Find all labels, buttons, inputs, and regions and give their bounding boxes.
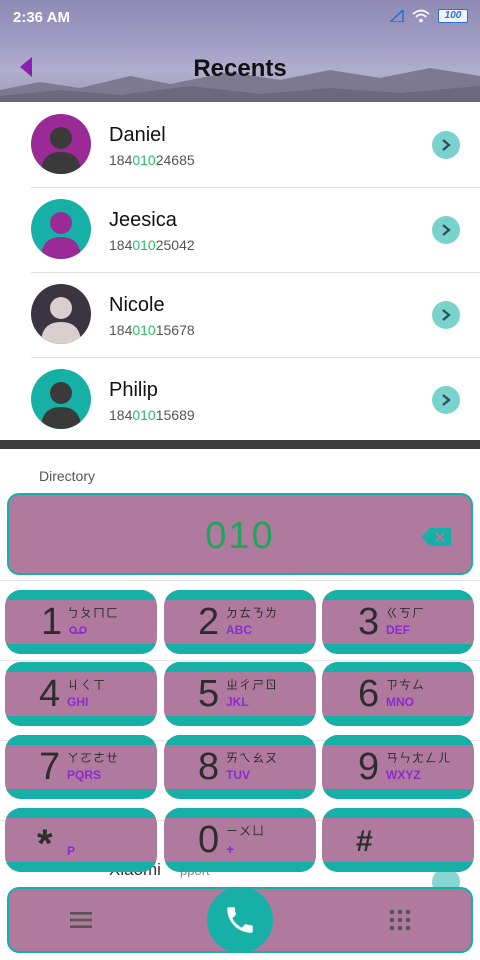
chevron-right-icon[interactable] bbox=[432, 386, 460, 414]
page-title: Recents bbox=[193, 55, 287, 82]
directory-label: Directory bbox=[39, 468, 96, 484]
key-3[interactable]: 3 ㄍㄎㄏ DEF bbox=[322, 590, 474, 654]
key-8[interactable]: 8 ㄞㄟㄠㄡ TUV bbox=[164, 735, 316, 799]
backspace-icon[interactable] bbox=[421, 528, 451, 546]
contact-number: 18401025042 bbox=[109, 237, 195, 253]
contact-number: 18401015678 bbox=[109, 322, 195, 338]
key-hash[interactable]: # bbox=[322, 808, 474, 872]
key-star[interactable]: * P bbox=[5, 808, 157, 872]
contact-name: Nicole bbox=[109, 294, 165, 316]
header: 2:36 AM 100 Recents bbox=[0, 0, 480, 102]
call-button[interactable] bbox=[207, 887, 273, 953]
voicemail-icon bbox=[69, 626, 87, 634]
person-silhouette-icon bbox=[41, 297, 81, 344]
avatar bbox=[31, 114, 91, 174]
wifi-icon bbox=[412, 9, 430, 23]
key-0[interactable]: 0 ㄧㄨㄩ + bbox=[164, 808, 316, 872]
chevron-right-icon[interactable] bbox=[432, 131, 460, 159]
person-silhouette-icon bbox=[41, 212, 81, 259]
contact-number: 18401024685 bbox=[109, 152, 195, 168]
avatar bbox=[31, 199, 91, 259]
key-1[interactable]: 1 ㄅㄆㄇㄈ bbox=[5, 590, 157, 654]
keypad-grid-icon[interactable] bbox=[389, 909, 411, 931]
chevron-right-icon[interactable] bbox=[432, 216, 460, 244]
status-time: 2:36 AM bbox=[13, 9, 70, 26]
battery-icon: 100 bbox=[438, 9, 468, 23]
dialed-number: 010 bbox=[205, 515, 275, 557]
key-9[interactable]: 9 ㄢㄣㄤㄥㄦ WXYZ bbox=[322, 735, 474, 799]
contact-number: 18401015689 bbox=[109, 407, 195, 423]
key-4[interactable]: 4 ㄐㄑㄒ GHI bbox=[5, 662, 157, 726]
key-6[interactable]: 6 ㄗㄘㄙ MNO bbox=[322, 662, 474, 726]
contact-name: Philip bbox=[109, 379, 158, 401]
dial-display: 010 bbox=[7, 493, 473, 575]
phone-icon bbox=[227, 907, 253, 933]
signal-icon bbox=[390, 10, 404, 22]
key-5[interactable]: 5 ㄓㄔㄕㄖ JKL bbox=[164, 662, 316, 726]
avatar bbox=[31, 369, 91, 429]
key-2[interactable]: 2 ㄉㄊㄋㄌ ABC bbox=[164, 590, 316, 654]
contact-row[interactable]: Daniel 18401024685 bbox=[0, 102, 480, 187]
status-bar: 2:36 AM 100 bbox=[0, 0, 480, 34]
chevron-right-icon[interactable] bbox=[432, 301, 460, 329]
contact-row[interactable]: Jeesica 18401025042 bbox=[0, 187, 480, 272]
contact-name: Jeesica bbox=[109, 209, 177, 231]
menu-icon[interactable] bbox=[70, 912, 92, 928]
key-7[interactable]: 7 ㄚㄛㄜㄝ PQRS bbox=[5, 735, 157, 799]
panel-divider-bar bbox=[0, 440, 480, 449]
person-silhouette-icon bbox=[41, 382, 81, 429]
avatar bbox=[31, 284, 91, 344]
contact-name: Daniel bbox=[109, 124, 166, 146]
contact-row[interactable]: Philip 18401015689 bbox=[0, 357, 480, 442]
person-silhouette-icon bbox=[41, 127, 81, 174]
contact-row[interactable]: Nicole 18401015678 bbox=[0, 272, 480, 357]
